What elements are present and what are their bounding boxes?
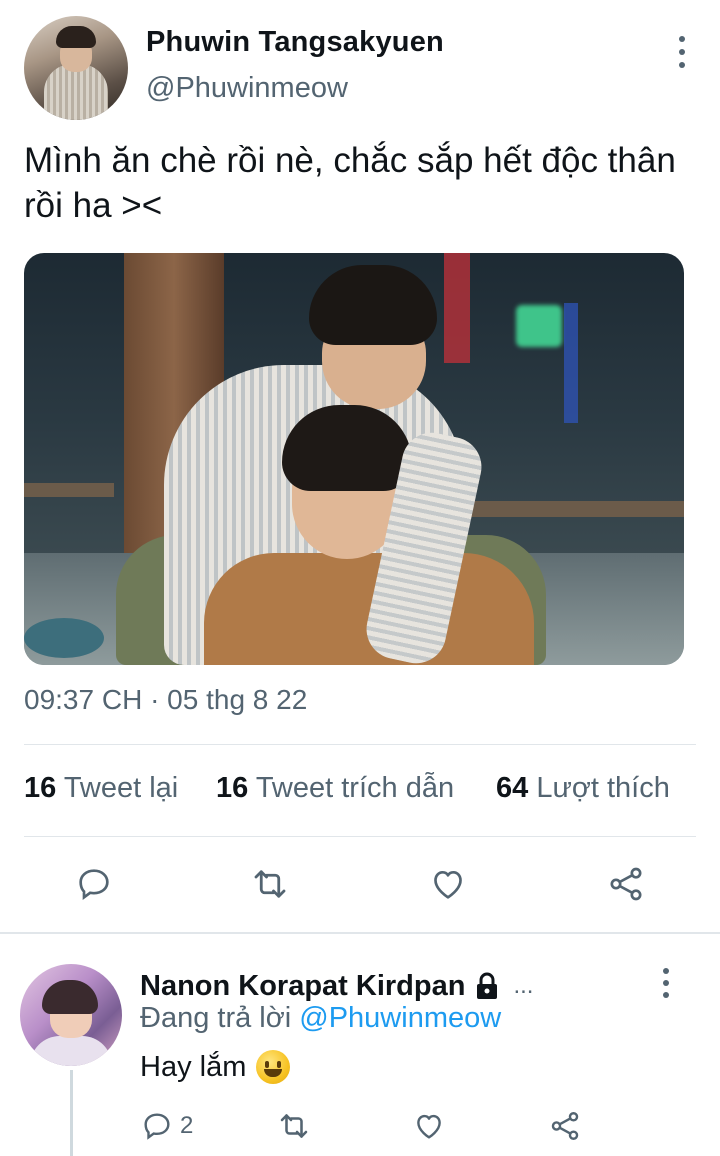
author-avatar[interactable] xyxy=(24,16,128,120)
tweet-stats: 16 Tweet lại 16 Tweet trích dẫn 64 Lượt … xyxy=(24,772,696,812)
tweet-photo[interactable] xyxy=(24,253,684,665)
tweet-actions xyxy=(0,860,720,910)
retweets-stat[interactable]: 16 Tweet lại xyxy=(24,772,178,805)
like-button[interactable] xyxy=(424,860,472,908)
quotes-stat[interactable]: 16 Tweet trích dẫn xyxy=(216,772,454,805)
retweet-icon xyxy=(254,870,286,898)
reply-retweet-button[interactable] xyxy=(276,1106,312,1146)
reply-count: 2 xyxy=(180,1112,194,1139)
author-name[interactable]: Phuwin Tangsakyuen xyxy=(146,26,444,59)
retweets-count: 16 xyxy=(24,772,57,804)
divider xyxy=(24,836,696,837)
tweet-timestamp[interactable]: 09:37 CH · 05 thg 8 22 xyxy=(24,684,307,716)
tweet-text: Mình ăn chè rồi nè, chắc sắp hết độc thâ… xyxy=(24,141,676,225)
reply-name-ellipsis: ... xyxy=(513,972,534,999)
replying-to: Đang trả lời @Phuwinmeow xyxy=(140,1002,501,1035)
reply-text-row: Hay lắm xyxy=(140,1050,291,1084)
reply-like-button[interactable] xyxy=(412,1106,446,1146)
author-handle[interactable]: @Phuwinmeow xyxy=(146,72,348,105)
share-icon xyxy=(551,1112,579,1140)
quotes-label: Tweet trích dẫn xyxy=(255,772,455,804)
reply-author-name[interactable]: Nanon Korapat Kirdpan xyxy=(140,970,465,1003)
replying-to-mention[interactable]: @Phuwinmeow xyxy=(299,1002,501,1034)
lock-icon xyxy=(477,972,498,999)
reply-reply-button[interactable]: 2 xyxy=(140,1106,193,1146)
share-icon xyxy=(610,867,642,901)
reply-icon xyxy=(79,869,109,900)
more-options-icon[interactable] xyxy=(676,36,688,68)
likes-stat[interactable]: 64 Lượt thích xyxy=(496,772,670,805)
reply-text: Hay lắm xyxy=(140,1050,247,1083)
likes-count: 64 xyxy=(496,772,529,804)
reply-tweet[interactable]: Nanon Korapat Kirdpan ... Đang trả lời @… xyxy=(0,958,720,1156)
quotes-count: 16 xyxy=(216,772,249,804)
reply-share-button[interactable] xyxy=(548,1106,582,1146)
retweet-button[interactable] xyxy=(246,860,294,908)
more-options-icon[interactable] xyxy=(660,968,672,998)
divider xyxy=(0,932,720,934)
replying-to-prefix: Đang trả lời xyxy=(140,1002,292,1034)
reply-icon xyxy=(144,1113,170,1140)
tweet-header: Phuwin Tangsakyuen @Phuwinmeow xyxy=(24,16,696,122)
retweet-icon xyxy=(280,1114,308,1138)
retweets-label: Tweet lại xyxy=(63,772,179,804)
like-icon xyxy=(434,871,462,899)
likes-label: Lượt thích xyxy=(536,772,670,804)
like-icon xyxy=(417,1114,441,1139)
grinning-face-emoji-icon xyxy=(256,1050,291,1084)
share-button[interactable] xyxy=(602,860,650,908)
reply-author-avatar[interactable] xyxy=(20,964,122,1066)
reply-actions: 2 xyxy=(0,1106,720,1150)
reply-name-row: Nanon Korapat Kirdpan ... xyxy=(140,966,533,1006)
reply-button[interactable] xyxy=(70,860,118,908)
divider xyxy=(24,744,696,745)
